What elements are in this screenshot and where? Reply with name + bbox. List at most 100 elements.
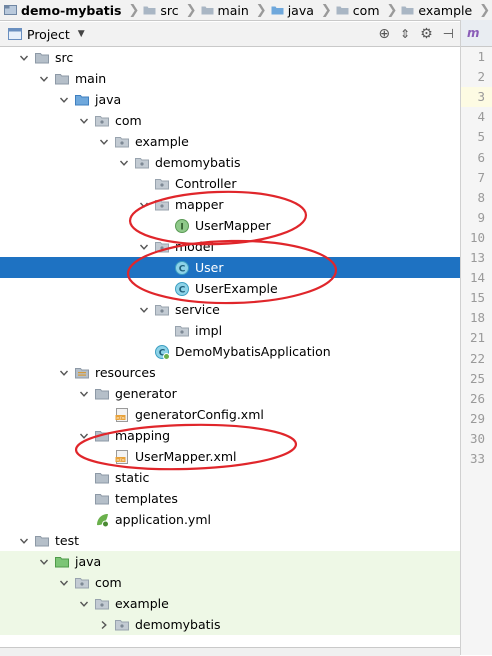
tree-node[interactable]: com bbox=[0, 572, 460, 593]
project-toolbar: Project ▼ ⊕ ⇕ ⚙ ⊣ bbox=[0, 22, 460, 47]
breadcrumb-item[interactable]: demo-mybatis ❯ bbox=[0, 0, 139, 20]
expand-arrow-down-icon[interactable] bbox=[138, 199, 150, 211]
tree-node[interactable]: application.yml bbox=[0, 509, 460, 530]
svg-text:</>: </> bbox=[116, 415, 125, 421]
tree-node[interactable]: C DemoMybatisApplication bbox=[0, 341, 460, 362]
expand-arrow-down-icon[interactable] bbox=[138, 241, 150, 253]
tree-node[interactable]: </> UserMapper.xml bbox=[0, 446, 460, 467]
package-icon bbox=[154, 176, 170, 192]
tree-node[interactable]: example bbox=[0, 131, 460, 152]
tree-node[interactable]: I UserMapper bbox=[0, 215, 460, 236]
svg-text:C: C bbox=[179, 264, 186, 274]
tree-node-label: src bbox=[55, 50, 74, 65]
line-number: 18 bbox=[469, 310, 485, 326]
breadcrumb-label: com bbox=[352, 2, 380, 18]
folder-icon bbox=[401, 6, 414, 15]
package-icon bbox=[154, 197, 170, 213]
expand-arrow-down-icon[interactable] bbox=[58, 577, 70, 589]
expand-arrow-right-icon[interactable] bbox=[98, 619, 110, 631]
folder-icon bbox=[201, 6, 214, 15]
expand-arrow-down-icon[interactable] bbox=[38, 556, 50, 568]
tree-node[interactable]: example bbox=[0, 593, 460, 614]
svg-text:I: I bbox=[180, 222, 183, 232]
tree-node-label: UserMapper.xml bbox=[135, 449, 237, 464]
breadcrumb-separator: ❯ bbox=[386, 2, 398, 18]
expand-arrow-down-icon[interactable] bbox=[98, 136, 110, 148]
folder-icon bbox=[94, 491, 110, 507]
expand-arrow-down-icon[interactable] bbox=[78, 115, 90, 127]
line-number: 9 bbox=[477, 209, 485, 225]
tree-node[interactable]: src bbox=[0, 47, 460, 68]
breadcrumb-separator: ❯ bbox=[185, 2, 197, 18]
tree-node[interactable]: main bbox=[0, 68, 460, 89]
tree-node[interactable]: java bbox=[0, 551, 460, 572]
hide-icon[interactable]: ⊣ bbox=[443, 27, 454, 42]
tree-node[interactable]: com bbox=[0, 110, 460, 131]
project-icon bbox=[8, 28, 22, 40]
source-folder-icon bbox=[74, 92, 90, 108]
resources-folder-icon bbox=[74, 365, 90, 381]
tree-node-label: generatorConfig.xml bbox=[135, 407, 264, 422]
breadcrumb-item[interactable]: java ❯ bbox=[267, 0, 332, 20]
tree-node-label: static bbox=[115, 470, 150, 485]
tree-node[interactable]: generator bbox=[0, 383, 460, 404]
line-number: 29 bbox=[469, 410, 485, 426]
tree-node[interactable]: static bbox=[0, 467, 460, 488]
expand-arrow-down-icon[interactable] bbox=[78, 598, 90, 610]
tree-node[interactable]: Controller bbox=[0, 173, 460, 194]
tree-node[interactable]: mapping bbox=[0, 425, 460, 446]
package-icon bbox=[114, 617, 130, 633]
package-icon bbox=[174, 323, 190, 339]
tree-node[interactable]: test bbox=[0, 530, 460, 551]
expand-arrow-down-icon[interactable] bbox=[38, 73, 50, 85]
line-number: 30 bbox=[469, 430, 485, 446]
caret-down-icon[interactable]: ▼ bbox=[78, 29, 85, 39]
expand-arrow-down-icon[interactable] bbox=[18, 52, 30, 64]
line-number: 14 bbox=[469, 270, 485, 286]
breadcrumb-item[interactable]: com ❯ bbox=[332, 0, 398, 20]
line-number: 22 bbox=[469, 350, 485, 366]
tree-node-label: example bbox=[115, 596, 169, 611]
expand-arrow-down-icon[interactable] bbox=[118, 157, 130, 169]
project-view-selector[interactable]: Project ▼ bbox=[8, 27, 85, 42]
gear-icon[interactable]: ⚙ bbox=[420, 26, 433, 42]
tree-node[interactable]: templates bbox=[0, 488, 460, 509]
tree-node[interactable]: service bbox=[0, 299, 460, 320]
tree-node-label: java bbox=[95, 92, 122, 107]
tree-node[interactable]: demomybatis bbox=[0, 614, 460, 635]
editor-tab[interactable]: m bbox=[461, 20, 492, 47]
tree-node[interactable]: demomybatis bbox=[0, 152, 460, 173]
expand-arrow-down-icon[interactable] bbox=[58, 367, 70, 379]
expand-arrow-down-icon[interactable] bbox=[18, 535, 30, 547]
spring-boot-app-icon: C bbox=[154, 344, 170, 360]
tree-node[interactable]: C UserExample bbox=[0, 278, 460, 299]
tree-node[interactable]: mapper bbox=[0, 194, 460, 215]
line-number: 10 bbox=[469, 229, 485, 245]
locate-icon[interactable]: ⊕ bbox=[378, 26, 390, 42]
tree-node-label: com bbox=[95, 575, 122, 590]
tree-node-label: generator bbox=[115, 386, 177, 401]
package-icon bbox=[154, 239, 170, 255]
breadcrumb: demo-mybatis❯src❯main❯java❯com❯example❯d… bbox=[0, 0, 492, 21]
class-icon: C bbox=[174, 260, 190, 276]
breadcrumb-item[interactable]: example ❯ bbox=[397, 0, 490, 20]
expand-arrow-down-icon[interactable] bbox=[78, 430, 90, 442]
expand-arrow-down-icon[interactable] bbox=[78, 388, 90, 400]
tree-node[interactable]: </> generatorConfig.xml bbox=[0, 404, 460, 425]
collapse-all-icon[interactable]: ⇕ bbox=[400, 27, 410, 41]
tree-node[interactable]: resources bbox=[0, 362, 460, 383]
breadcrumb-separator: ❯ bbox=[320, 2, 332, 18]
expand-arrow-down-icon[interactable] bbox=[138, 304, 150, 316]
tree-node[interactable]: model bbox=[0, 236, 460, 257]
tree-node[interactable]: C User bbox=[0, 257, 460, 278]
xml-file-icon: </> bbox=[114, 407, 130, 423]
expand-arrow-down-icon[interactable] bbox=[58, 94, 70, 106]
breadcrumb-separator: ❯ bbox=[255, 2, 267, 18]
breadcrumb-item[interactable]: src ❯ bbox=[139, 0, 197, 20]
breadcrumb-item[interactable]: main ❯ bbox=[197, 0, 267, 20]
tree-node[interactable]: impl bbox=[0, 320, 460, 341]
tree-node[interactable]: java bbox=[0, 89, 460, 110]
line-number: 33 bbox=[469, 451, 485, 466]
